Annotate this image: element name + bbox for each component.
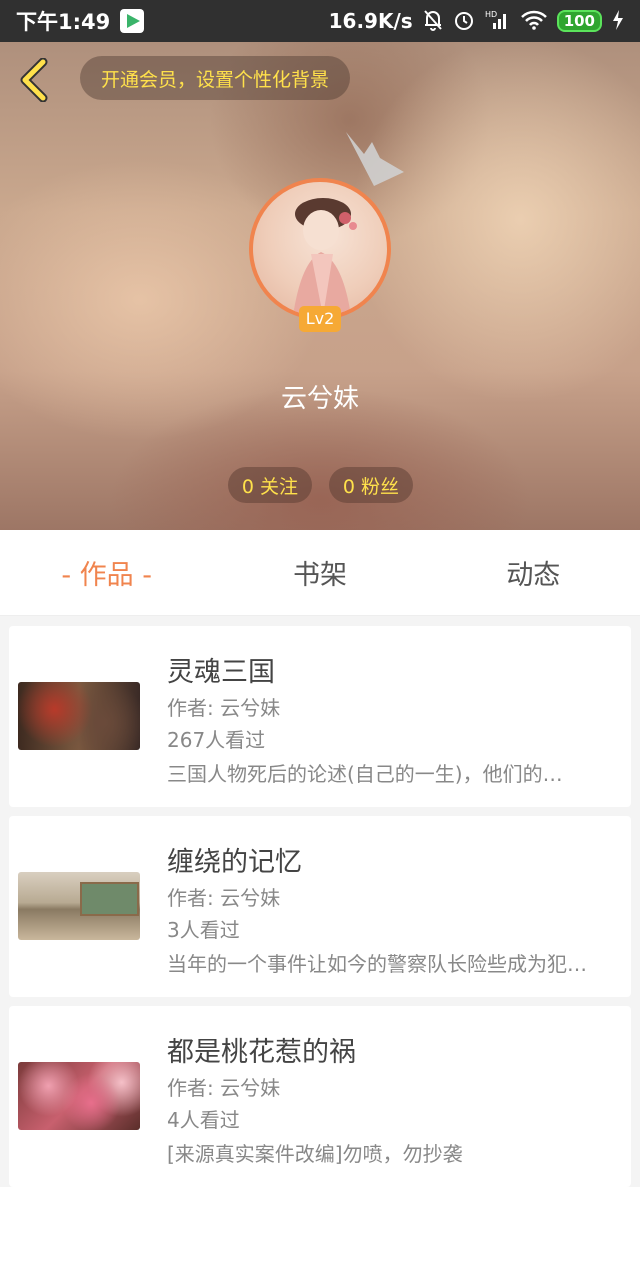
avatar[interactable] — [249, 178, 391, 320]
work-title: 灵魂三国 — [167, 657, 275, 688]
work-item[interactable]: 都是桃花惹的祸 作者: 云兮妹 4人看过 [来源真实案件改编]勿喷，勿抄袭 — [9, 1006, 631, 1187]
tab-works[interactable]: - 作品 - — [0, 553, 213, 592]
profile-header: 下午1:49 16.9K/s HD 100 开通会员，设置个性化背景 Lv2 云… — [0, 0, 640, 530]
status-right: 16.9K/s HD 100 — [329, 9, 624, 34]
following-count-button[interactable]: 0 关注 — [228, 467, 312, 503]
work-item[interactable]: 灵魂三国 作者: 云兮妹 267人看过 三国人物死后的论述(自己的一生)，他们的… — [9, 626, 631, 807]
work-cover-image — [18, 682, 140, 750]
work-cover-image — [18, 1062, 140, 1130]
back-button[interactable] — [12, 56, 56, 104]
work-description: 三国人物死后的论述(自己的一生)，他们的… — [167, 762, 563, 786]
tab-bookshelf[interactable]: 书架 — [213, 553, 426, 592]
level-badge: Lv2 — [299, 306, 341, 332]
works-list: 灵魂三国 作者: 云兮妹 267人看过 三国人物死后的论述(自己的一生)，他们的… — [9, 626, 631, 1196]
status-bar: 下午1:49 16.9K/s HD 100 — [0, 0, 640, 42]
wifi-icon — [520, 10, 547, 33]
battery-indicator: 100 — [556, 10, 602, 32]
work-description: [来源真实案件改编]勿喷，勿抄袭 — [167, 1142, 463, 1166]
status-time: 下午1:49 — [16, 10, 111, 34]
work-cover-image — [18, 872, 140, 940]
alarm-icon — [453, 9, 475, 34]
signal-icon: HD — [485, 9, 511, 34]
vip-background-button[interactable]: 开通会员，设置个性化背景 — [80, 56, 350, 100]
work-author: 作者: 云兮妹 — [167, 1076, 281, 1100]
bottom-blank-area — [0, 1187, 640, 1280]
back-arrow-icon — [20, 58, 48, 102]
work-description: 当年的一个事件让如今的警察队长险些成为犯… — [167, 952, 587, 976]
tab-activity[interactable]: 动态 — [427, 553, 640, 592]
work-title: 缠绕的记忆 — [167, 847, 302, 878]
network-speed: 16.9K/s — [328, 9, 413, 33]
charging-icon — [612, 9, 624, 33]
work-title: 都是桃花惹的祸 — [167, 1037, 356, 1068]
profile-tabs: - 作品 - 书架 动态 — [0, 530, 640, 616]
work-views: 267人看过 — [167, 728, 266, 752]
work-views: 4人看过 — [167, 1108, 240, 1132]
mute-bell-icon — [423, 9, 443, 34]
username: 云兮妹 — [280, 384, 359, 414]
work-author: 作者: 云兮妹 — [167, 886, 281, 910]
avatar-illustration — [293, 198, 357, 316]
hd-label: HD — [485, 10, 497, 19]
play-store-icon — [120, 9, 145, 33]
work-item[interactable]: 缠绕的记忆 作者: 云兮妹 3人看过 当年的一个事件让如今的警察队长险些成为犯… — [9, 816, 631, 997]
work-views: 3人看过 — [167, 918, 240, 942]
work-author: 作者: 云兮妹 — [167, 696, 281, 720]
followers-count-button[interactable]: 0 粉丝 — [329, 467, 413, 503]
